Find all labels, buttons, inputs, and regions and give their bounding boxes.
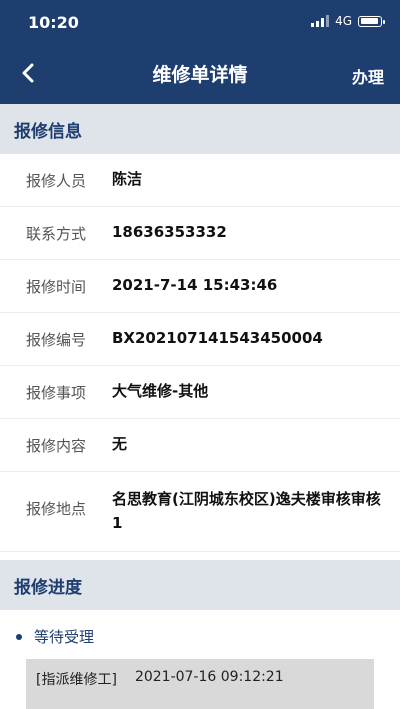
network-type: 4G xyxy=(335,14,352,28)
info-value: 名思教育(江阴城东校区)逸夫楼审核审核1 xyxy=(112,490,381,532)
info-value: 无 xyxy=(112,435,128,453)
status-time: 10:20 xyxy=(28,13,79,32)
info-label: 报修内容 xyxy=(26,437,87,455)
info-row-content: 报修内容 无 xyxy=(0,419,400,472)
info-row-location: 报修地点 名思教育(江阴城东校区)逸夫楼审核审核1 xyxy=(0,472,400,552)
progress-detail: [指派维修工] 2021-07-16 09:12:21 xyxy=(26,659,374,699)
nav-bar: 维修单详情 办理 xyxy=(0,44,400,104)
progress-action: [指派维修工] xyxy=(36,672,117,688)
progress-status: 等待受理 xyxy=(34,628,95,646)
repair-info-section-title: 报修信息 xyxy=(0,104,400,154)
progress-timeline: 等待受理 [指派维修工] 2021-07-16 09:12:21 xyxy=(0,610,400,709)
signal-icon xyxy=(311,15,330,27)
info-row-reporter: 报修人员 陈洁 xyxy=(0,154,400,207)
info-value: 2021-7-14 15:43:46 xyxy=(112,276,278,294)
info-row-time: 报修时间 2021-7-14 15:43:46 xyxy=(0,260,400,313)
repair-info-list: 报修人员 陈洁 联系方式 18636353332 报修时间 2021-7-14 … xyxy=(0,154,400,552)
info-value: 大气维修-其他 xyxy=(112,382,209,400)
info-label: 联系方式 xyxy=(26,225,87,243)
info-value: 陈洁 xyxy=(112,170,143,188)
battery-icon xyxy=(358,15,385,27)
info-label: 报修地点 xyxy=(26,500,87,518)
info-row-contact: 联系方式 18636353332 xyxy=(0,207,400,260)
page-title: 维修单详情 xyxy=(152,64,248,86)
timeline-dot-icon xyxy=(16,633,22,640)
info-label: 报修编号 xyxy=(26,331,87,349)
info-label: 报修时间 xyxy=(26,278,87,296)
progress-time: 2021-07-16 09:12:21 xyxy=(134,669,284,685)
progress-section-title: 报修进度 xyxy=(0,560,400,610)
info-label: 报修事项 xyxy=(26,384,87,402)
info-label: 报修人员 xyxy=(26,172,87,190)
app-header: 10:20 4G 维修单详情 办理 xyxy=(0,0,400,104)
status-bar: 10:20 4G xyxy=(0,0,400,44)
status-indicators: 4G xyxy=(311,14,385,28)
info-value[interactable]: 18636353332 xyxy=(112,220,243,244)
info-row-item: 报修事项 大气维修-其他 xyxy=(0,366,400,419)
progress-step: 等待受理 xyxy=(16,626,400,647)
info-row-number: 报修编号 BX202107141543450004 xyxy=(0,313,400,366)
progress-detail-continuation xyxy=(26,699,374,709)
info-value: BX202107141543450004 xyxy=(112,329,323,347)
process-button[interactable]: 办理 xyxy=(352,64,384,88)
